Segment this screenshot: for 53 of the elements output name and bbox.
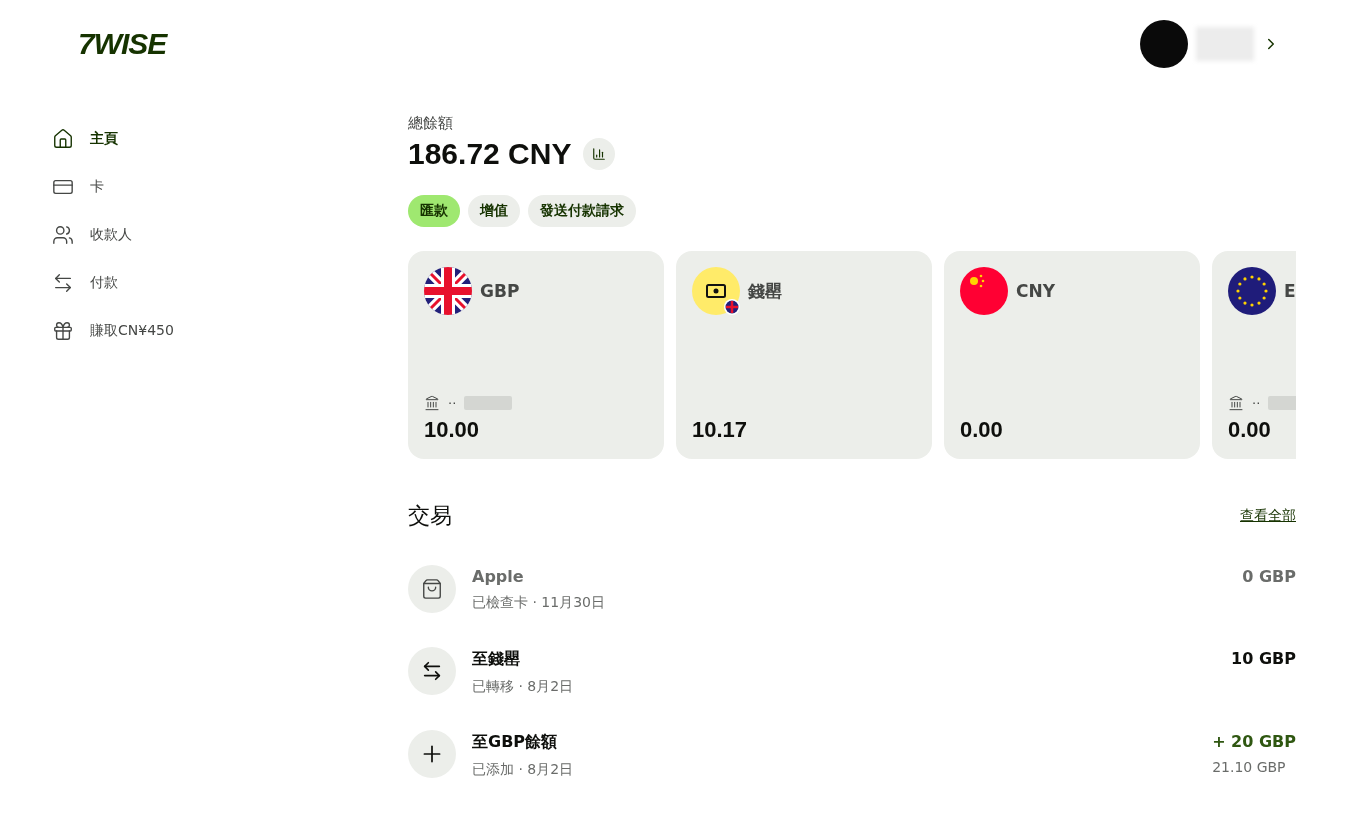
balance-amount: 186.72 CNY [408, 137, 572, 171]
flag-icon [1228, 267, 1276, 315]
bank-icon [424, 395, 440, 411]
transaction-subtitle: 已轉移 · 8月2日 [472, 678, 574, 696]
action-button[interactable]: 增值 [468, 195, 520, 227]
section-title: 交易 [408, 502, 452, 530]
currency-name: CNY [1016, 281, 1055, 301]
transaction-amount: 0 GBP [1242, 567, 1296, 586]
currency-name: E [1284, 281, 1296, 301]
flag-icon [960, 267, 1008, 315]
transaction-amount: + 20 GBP [1212, 732, 1296, 751]
sidebar-item[interactable]: 付款 [52, 266, 408, 300]
home-icon [52, 128, 74, 150]
transaction-title[interactable]: Apple [472, 567, 524, 586]
account-number: ·· [448, 395, 457, 411]
bank-icon [1228, 395, 1244, 411]
balance-card[interactable]: CNY 0.00 [944, 251, 1200, 459]
sidebar-item[interactable]: 收款人 [52, 218, 408, 252]
card-amount: 0.00 [960, 417, 1004, 443]
jar-icon [692, 267, 740, 315]
wise-logo[interactable]: 7WISE [78, 28, 408, 60]
transaction-subtitle: 已檢查卡 · 11月30日 [472, 594, 605, 612]
card-amount: 0.00 [1228, 417, 1272, 443]
blurred-number [464, 396, 513, 410]
balance-after: 21.10 GBP [1212, 759, 1286, 775]
transaction-title[interactable]: 至GBP餘額 [472, 732, 558, 753]
account-number: ·· [1252, 395, 1261, 411]
chart-button[interactable] [583, 138, 616, 170]
two-way-arrow-icon [421, 660, 443, 682]
sidebar-item[interactable]: 主頁 [52, 122, 408, 156]
avatar[interactable] [1140, 20, 1188, 68]
flag-icon [424, 267, 472, 315]
exchange-icon [52, 272, 74, 294]
action-button[interactable]: 匯款 [408, 195, 460, 227]
transaction-title[interactable]: 至錢罌 [472, 649, 520, 670]
currency-name: GBP [480, 281, 520, 301]
sidebar-item[interactable]: 卡 [52, 170, 408, 204]
bar-chart-icon [592, 147, 607, 161]
see-all-link[interactable]: 查看全部 [1240, 507, 1296, 525]
transaction-subtitle: 已添加 · 8月2日 [472, 761, 574, 779]
currency-name: 錢罌 [748, 279, 782, 303]
card-amount: 10.00 [424, 417, 481, 443]
shopping-bag-icon [421, 578, 443, 600]
action-button[interactable]: 發送付款請求 [528, 195, 636, 227]
balance-card[interactable]: E ·· 0.00 [1212, 251, 1296, 459]
balance-card[interactable]: 錢罌 10.17 [676, 251, 932, 459]
sidebar-item[interactable]: 賺取CN¥450 [52, 314, 408, 348]
gift-icon [52, 320, 74, 342]
card-amount: 10.17 [692, 417, 749, 443]
transaction-amount: 10 GBP [1231, 649, 1296, 668]
balance-card[interactable]: GBP ·· 10.00 [408, 251, 664, 459]
people-icon [52, 224, 74, 246]
balance-label: 總餘額 [408, 114, 454, 133]
